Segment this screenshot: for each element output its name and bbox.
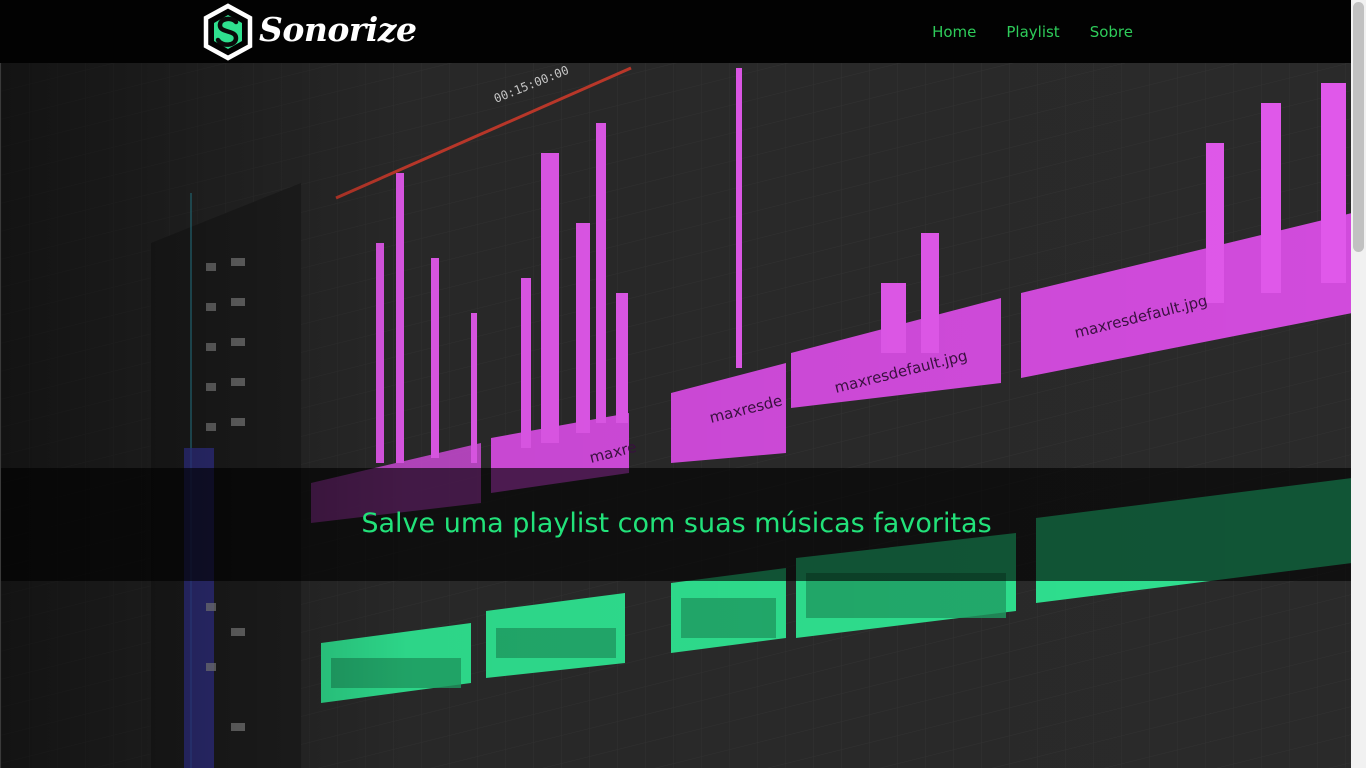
hero-section: 00:15:00:00 maxresde maxresdefault.jpg m…: [0, 63, 1351, 768]
nav-link-sobre[interactable]: Sobre: [1090, 23, 1133, 41]
nav-link-home[interactable]: Home: [932, 23, 976, 41]
brand-name: Sonorize: [259, 10, 417, 49]
nav-link-playlist[interactable]: Playlist: [1006, 23, 1059, 41]
brand[interactable]: Sonorize: [202, 0, 417, 63]
hero-banner: Salve uma playlist com suas músicas favo…: [1, 468, 1351, 581]
hero-tagline: Salve uma playlist com suas músicas favo…: [361, 508, 992, 539]
audio-editing-timeline-image: 00:15:00:00 maxresde maxresdefault.jpg m…: [1, 63, 1351, 768]
top-navbar: Sonorize Home Playlist Sobre: [0, 0, 1351, 63]
hexagon-s-logo-icon: [203, 2, 253, 61]
page-scrollbar[interactable]: [1351, 0, 1366, 768]
main-nav: Home Playlist Sobre: [932, 0, 1133, 63]
scrollbar-thumb[interactable]: [1353, 2, 1364, 252]
